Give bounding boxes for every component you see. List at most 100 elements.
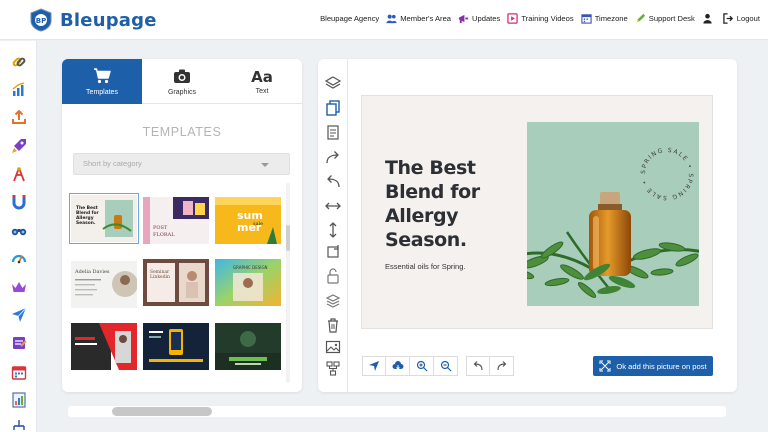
tool-copy[interactable] (325, 100, 341, 116)
calendar-icon (581, 14, 592, 24)
gauge-icon (11, 254, 26, 264)
brand[interactable]: BP Bleupage (30, 8, 157, 32)
template-thumbnail-seminar-linkedin[interactable]: Seminar Linkedin (143, 259, 209, 306)
sidebar-network[interactable] (0, 414, 37, 432)
text-icon: Aa (251, 67, 273, 86)
download-button[interactable] (386, 356, 410, 376)
nav-timezone[interactable]: Timezone (581, 13, 628, 24)
sidebar-magnet[interactable] (0, 189, 37, 215)
template-thumbnail-summer-sale[interactable]: sum mer sale (215, 197, 281, 244)
tool-lock[interactable] (325, 268, 341, 284)
add-picture-to-post-button[interactable]: Ok add this picture on post (593, 356, 713, 376)
template-thumbnail-allergy-season[interactable]: The Best Blend for Allergy Season. (69, 193, 139, 244)
templates-panel: Templates Graphics Aa Text TEMPLATES Sho… (62, 59, 302, 392)
tool-flip-vertical[interactable] (325, 222, 341, 238)
svg-text:POST: POST (153, 225, 168, 231)
sidebar-broadcast[interactable] (0, 161, 37, 187)
sidebar-send[interactable] (0, 302, 37, 328)
nav-bleupage-agency[interactable]: Bleupage Agency (320, 14, 379, 23)
bleupage-logo-icon: BP (30, 8, 52, 32)
nav-logout[interactable]: Logout (723, 13, 760, 24)
tool-group[interactable] (325, 361, 341, 377)
sidebar-spy[interactable] (0, 217, 37, 243)
adelia-davies-preview: Adelia Davies (71, 261, 137, 308)
zoom-out-button[interactable] (434, 356, 458, 376)
binoculars-icon (11, 228, 26, 236)
report-icon (11, 392, 26, 408)
category-select[interactable]: Short by category (73, 153, 290, 175)
sidebar-boost[interactable] (0, 133, 37, 159)
undo-button[interactable] (466, 356, 490, 376)
template-scrollbar[interactable] (286, 183, 290, 383)
add-picture-label: Ok add this picture on post (616, 361, 707, 371)
image-icon (325, 340, 341, 354)
nav-label: Bleupage Agency (320, 14, 380, 23)
tool-layer-order[interactable] (325, 293, 341, 309)
magnet-icon (12, 195, 25, 210)
sidebar-upload[interactable] (0, 104, 37, 130)
tab-templates[interactable]: Templates (62, 59, 142, 104)
horizontal-scrollbar-thumb[interactable] (112, 407, 212, 416)
sidebar-reports[interactable] (0, 387, 37, 413)
tab-label: Templates (86, 88, 118, 96)
nav-training-videos[interactable]: Training Videos (507, 13, 574, 24)
sidebar-schedule[interactable] (0, 359, 37, 385)
canvas-photo[interactable]: SPRING SALE • SPRING SALE • (496, 122, 712, 306)
circle-badge-path: SPRING SALE • SPRING SALE • (640, 147, 693, 201)
sidebar-premium[interactable] (0, 274, 37, 300)
template-thumbnail-graphic-designer[interactable]: GRAPHIC DESIGN (215, 259, 281, 306)
template-thumbnail-adelia-davies[interactable]: Adelia Davies (71, 261, 137, 308)
tool-image[interactable] (325, 339, 341, 355)
top-nav: Bleupage Agency Member's Area Updates Tr… (313, 13, 760, 24)
template-thumbnail-dark-phone[interactable] (143, 323, 209, 370)
layers-icon (324, 76, 342, 89)
template-thumbnail-digital-marketing[interactable] (215, 323, 281, 370)
tool-rotate[interactable] (325, 244, 341, 260)
sidebar-analytics[interactable] (0, 77, 37, 103)
video-icon (507, 13, 519, 24)
nav-label: Support Desk (648, 14, 695, 23)
sidebar-tasks[interactable] (0, 330, 37, 356)
trash-icon (328, 318, 338, 333)
brand-name: Bleupage (60, 9, 157, 31)
select-tool-button[interactable] (362, 356, 386, 376)
nav-updates[interactable]: Updates (458, 13, 500, 24)
template-grid: The Best Blend for Allergy Season. POST … (69, 192, 283, 382)
logout-icon (723, 13, 733, 24)
design-canvas[interactable]: The Best Blend for Allergy Season. Essen… (361, 95, 713, 329)
tool-forward[interactable] (325, 150, 341, 166)
headline-line: Blend for (385, 181, 480, 203)
tool-backward[interactable] (325, 174, 341, 190)
template-scrollbar-thumb[interactable] (286, 225, 290, 251)
tool-flip-horizontal[interactable] (325, 198, 341, 214)
headline-line: Season. (385, 229, 467, 251)
tool-paste[interactable] (325, 124, 341, 140)
rotate-icon (327, 245, 339, 258)
redo-button[interactable] (490, 356, 514, 376)
copy-icon (326, 100, 340, 116)
tab-text[interactable]: Aa Text (222, 59, 302, 104)
panel-tabs: Templates Graphics Aa Text (62, 59, 302, 104)
tool-delete[interactable] (325, 317, 341, 333)
tool-layers[interactable] (324, 75, 342, 91)
sidebar-link[interactable] (0, 49, 37, 75)
nav-members-area[interactable]: Member's Area (386, 13, 451, 24)
tab-graphics[interactable]: Graphics (142, 59, 222, 104)
calendar-icon (11, 366, 26, 380)
template-thumbnail-post-floral[interactable]: POST FLORAL (143, 197, 209, 244)
template-thumbnail-business-red[interactable] (71, 323, 137, 370)
redo-arrow-icon (326, 151, 339, 164)
zoom-in-button[interactable] (410, 356, 434, 376)
sidebar-speed[interactable] (0, 245, 37, 271)
nav-profile[interactable] (702, 13, 716, 24)
logo-text: BP (36, 17, 46, 25)
canvas-subline[interactable]: Essential oils for Spring. (385, 262, 465, 271)
summer-sale-preview: sum mer sale (215, 197, 281, 244)
undo-icon (473, 361, 483, 371)
nav-support-desk[interactable]: Support Desk (635, 13, 695, 24)
send-icon (11, 307, 26, 322)
page-horizontal-scrollbar[interactable] (68, 406, 726, 417)
canvas-headline[interactable]: The Best Blend for Allergy Season. (385, 156, 535, 252)
editor-panel: The Best Blend for Allergy Season. Essen… (318, 59, 737, 392)
